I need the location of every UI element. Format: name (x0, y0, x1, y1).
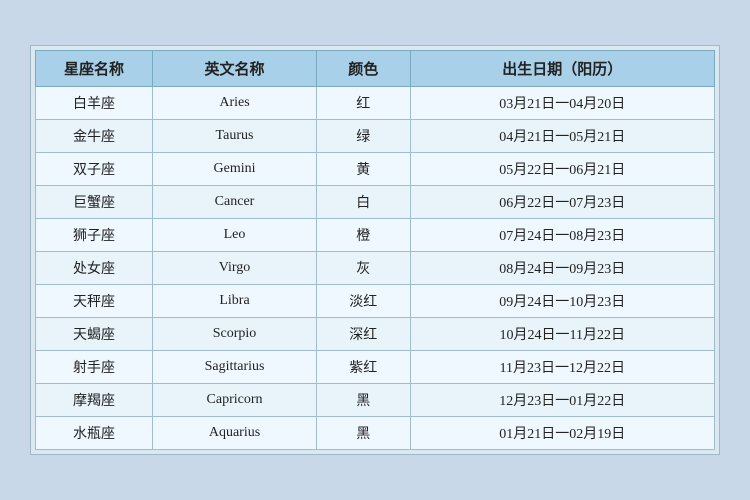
cell-en: Aquarius (153, 417, 317, 450)
cell-zh: 金牛座 (36, 120, 153, 153)
cell-en: Scorpio (153, 318, 317, 351)
cell-date: 10月24日一11月22日 (410, 318, 714, 351)
cell-color: 橙 (316, 219, 410, 252)
cell-color: 白 (316, 186, 410, 219)
cell-color: 深红 (316, 318, 410, 351)
table-row: 狮子座Leo橙07月24日一08月23日 (36, 219, 715, 252)
cell-date: 04月21日一05月21日 (410, 120, 714, 153)
table-row: 金牛座Taurus绿04月21日一05月21日 (36, 120, 715, 153)
cell-date: 01月21日一02月19日 (410, 417, 714, 450)
cell-en: Leo (153, 219, 317, 252)
cell-date: 03月21日一04月20日 (410, 87, 714, 120)
cell-color: 黑 (316, 417, 410, 450)
cell-en: Libra (153, 285, 317, 318)
header-color: 颜色 (316, 51, 410, 87)
header-en: 英文名称 (153, 51, 317, 87)
table-row: 摩羯座Capricorn黑12月23日一01月22日 (36, 384, 715, 417)
cell-en: Gemini (153, 153, 317, 186)
table-row: 射手座Sagittarius紫红11月23日一12月22日 (36, 351, 715, 384)
cell-zh: 水瓶座 (36, 417, 153, 450)
cell-zh: 白羊座 (36, 87, 153, 120)
cell-date: 08月24日一09月23日 (410, 252, 714, 285)
cell-color: 绿 (316, 120, 410, 153)
cell-color: 淡红 (316, 285, 410, 318)
table-row: 水瓶座Aquarius黑01月21日一02月19日 (36, 417, 715, 450)
cell-color: 红 (316, 87, 410, 120)
cell-en: Virgo (153, 252, 317, 285)
table-row: 天蝎座Scorpio深红10月24日一11月22日 (36, 318, 715, 351)
cell-en: Cancer (153, 186, 317, 219)
cell-color: 灰 (316, 252, 410, 285)
table-header-row: 星座名称 英文名称 颜色 出生日期（阳历） (36, 51, 715, 87)
cell-color: 紫红 (316, 351, 410, 384)
header-zh: 星座名称 (36, 51, 153, 87)
cell-en: Sagittarius (153, 351, 317, 384)
cell-zh: 天蝎座 (36, 318, 153, 351)
table-row: 双子座Gemini黄05月22日一06月21日 (36, 153, 715, 186)
cell-en: Taurus (153, 120, 317, 153)
table-row: 天秤座Libra淡红09月24日一10月23日 (36, 285, 715, 318)
header-date: 出生日期（阳历） (410, 51, 714, 87)
cell-zh: 天秤座 (36, 285, 153, 318)
table-row: 白羊座Aries红03月21日一04月20日 (36, 87, 715, 120)
zodiac-table-container: 星座名称 英文名称 颜色 出生日期（阳历） 白羊座Aries红03月21日一04… (30, 45, 720, 455)
cell-zh: 处女座 (36, 252, 153, 285)
cell-date: 07月24日一08月23日 (410, 219, 714, 252)
cell-zh: 巨蟹座 (36, 186, 153, 219)
table-row: 处女座Virgo灰08月24日一09月23日 (36, 252, 715, 285)
zodiac-table: 星座名称 英文名称 颜色 出生日期（阳历） 白羊座Aries红03月21日一04… (35, 50, 715, 450)
cell-zh: 摩羯座 (36, 384, 153, 417)
cell-zh: 狮子座 (36, 219, 153, 252)
cell-date: 05月22日一06月21日 (410, 153, 714, 186)
cell-color: 黄 (316, 153, 410, 186)
cell-color: 黑 (316, 384, 410, 417)
cell-en: Aries (153, 87, 317, 120)
cell-en: Capricorn (153, 384, 317, 417)
table-row: 巨蟹座Cancer白06月22日一07月23日 (36, 186, 715, 219)
cell-date: 11月23日一12月22日 (410, 351, 714, 384)
cell-date: 06月22日一07月23日 (410, 186, 714, 219)
cell-date: 12月23日一01月22日 (410, 384, 714, 417)
cell-date: 09月24日一10月23日 (410, 285, 714, 318)
cell-zh: 双子座 (36, 153, 153, 186)
cell-zh: 射手座 (36, 351, 153, 384)
